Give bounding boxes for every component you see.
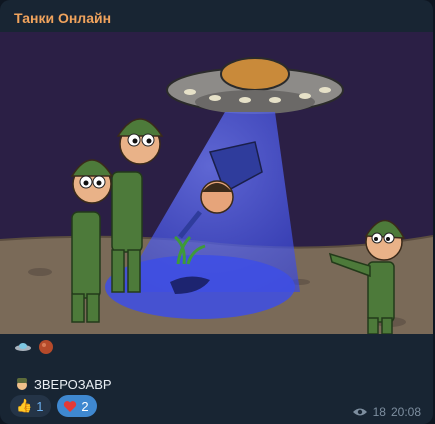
message-bubble[interactable]: Танки Онлайн ЗВЕРОЗАВР 👍 1 2 18 20:08 — [0, 0, 433, 424]
reaction-thumbs-up[interactable]: 👍 1 — [10, 395, 52, 417]
reaction-count: 2 — [81, 398, 89, 414]
eye-icon — [352, 408, 367, 416]
post-image[interactable] — [0, 32, 433, 334]
reaction-heart[interactable]: 2 — [57, 395, 97, 417]
message-time: 20:08 — [390, 405, 421, 419]
message-meta: 18 20:08 — [352, 405, 421, 419]
caption — [14, 338, 54, 355]
ufo-emoji-icon — [15, 343, 31, 352]
channel-name[interactable]: Танки Онлайн — [14, 10, 111, 26]
thumbs-up-icon: 👍 — [16, 398, 33, 413]
reaction-count: 1 — [36, 398, 44, 414]
view-count: 18 — [372, 405, 386, 419]
heart-icon — [64, 400, 77, 412]
author-signature: ЗВЕРОЗАВР — [14, 376, 112, 392]
soldier-emoji-icon — [17, 378, 27, 390]
reactions-bar: 👍 1 2 — [10, 395, 97, 417]
planet-emoji-icon — [38, 340, 53, 355]
author-name: ЗВЕРОЗАВР — [34, 376, 112, 392]
